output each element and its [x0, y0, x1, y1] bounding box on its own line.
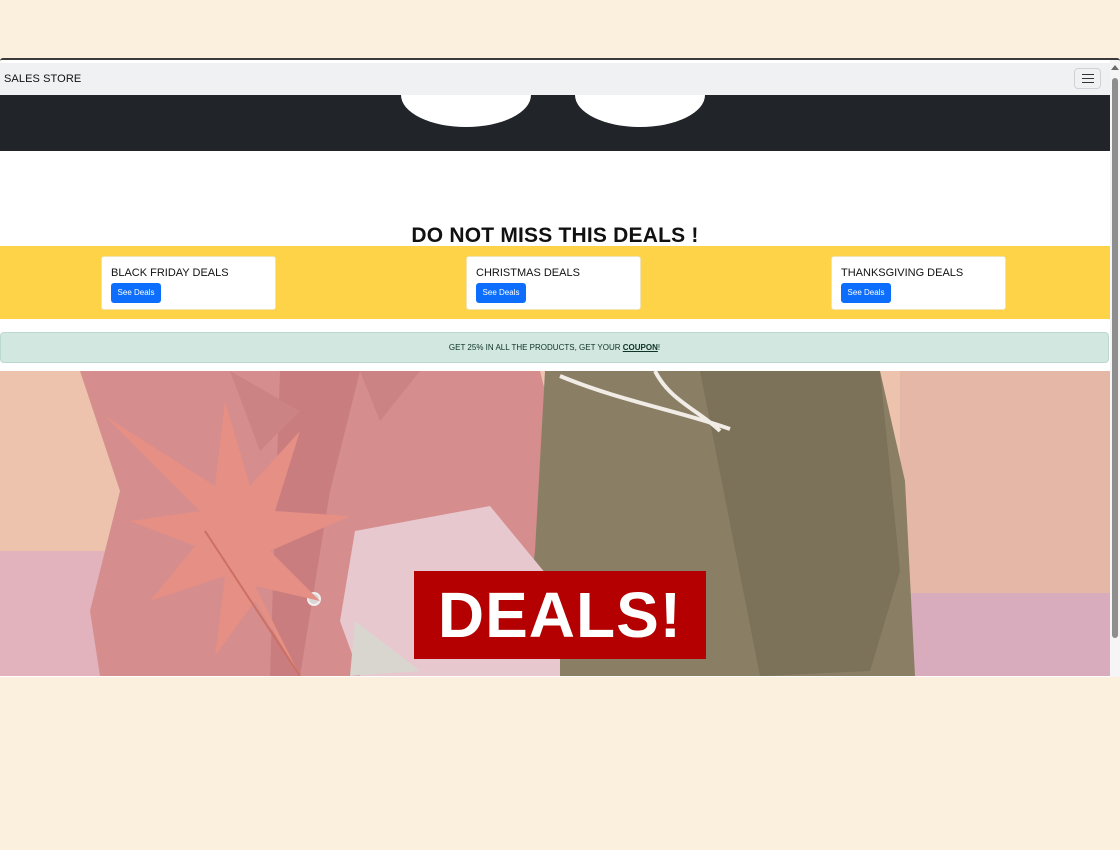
deal-card-black-friday: BLACK FRIDAY DEALS See Deals	[101, 256, 276, 310]
hero-shape	[575, 95, 705, 127]
deal-card-title: CHRISTMAS DEALS	[476, 267, 580, 279]
navbar: SALES STORE	[0, 63, 1110, 96]
deals-banner-image: DEALS!	[0, 371, 1110, 676]
browser-frame: SALES STORE DO NOT MISS THIS DEALS ! BLA…	[0, 58, 1120, 677]
scroll-up-arrow-icon[interactable]	[1111, 65, 1119, 70]
deal-card-title: BLACK FRIDAY DEALS	[111, 267, 229, 279]
brand-link[interactable]: SALES STORE	[4, 73, 81, 85]
see-deals-button[interactable]: See Deals	[476, 283, 526, 303]
coupon-link[interactable]: COUPON	[623, 343, 658, 352]
deal-card-thanksgiving: THANKSGIVING DEALS See Deals	[831, 256, 1006, 310]
deal-card-christmas: CHRISTMAS DEALS See Deals	[466, 256, 641, 310]
deal-card-title: THANKSGIVING DEALS	[841, 267, 964, 279]
hamburger-line	[1082, 78, 1094, 79]
hamburger-line	[1082, 82, 1094, 83]
coupon-text: GET 25% IN ALL THE PRODUCTS, GET YOUR	[448, 343, 623, 352]
vertical-scrollbar[interactable]	[1110, 60, 1120, 677]
scrollbar-thumb[interactable]	[1112, 78, 1118, 638]
deals-section: BLACK FRIDAY DEALS See Deals CHRISTMAS D…	[0, 246, 1110, 319]
page-viewport: SALES STORE DO NOT MISS THIS DEALS ! BLA…	[0, 60, 1110, 677]
hero-carousel	[0, 95, 1110, 151]
hamburger-line	[1082, 74, 1094, 75]
page-title: DO NOT MISS THIS DEALS !	[411, 224, 699, 248]
deals-badge: DEALS!	[414, 571, 706, 659]
see-deals-button[interactable]: See Deals	[111, 283, 161, 303]
hero-shape	[401, 95, 531, 127]
coupon-alert: GET 25% IN ALL THE PRODUCTS, GET YOUR CO…	[0, 332, 1109, 363]
coupon-suffix: !	[657, 343, 661, 352]
hamburger-menu-icon[interactable]	[1074, 68, 1101, 89]
see-deals-button[interactable]: See Deals	[841, 283, 891, 303]
